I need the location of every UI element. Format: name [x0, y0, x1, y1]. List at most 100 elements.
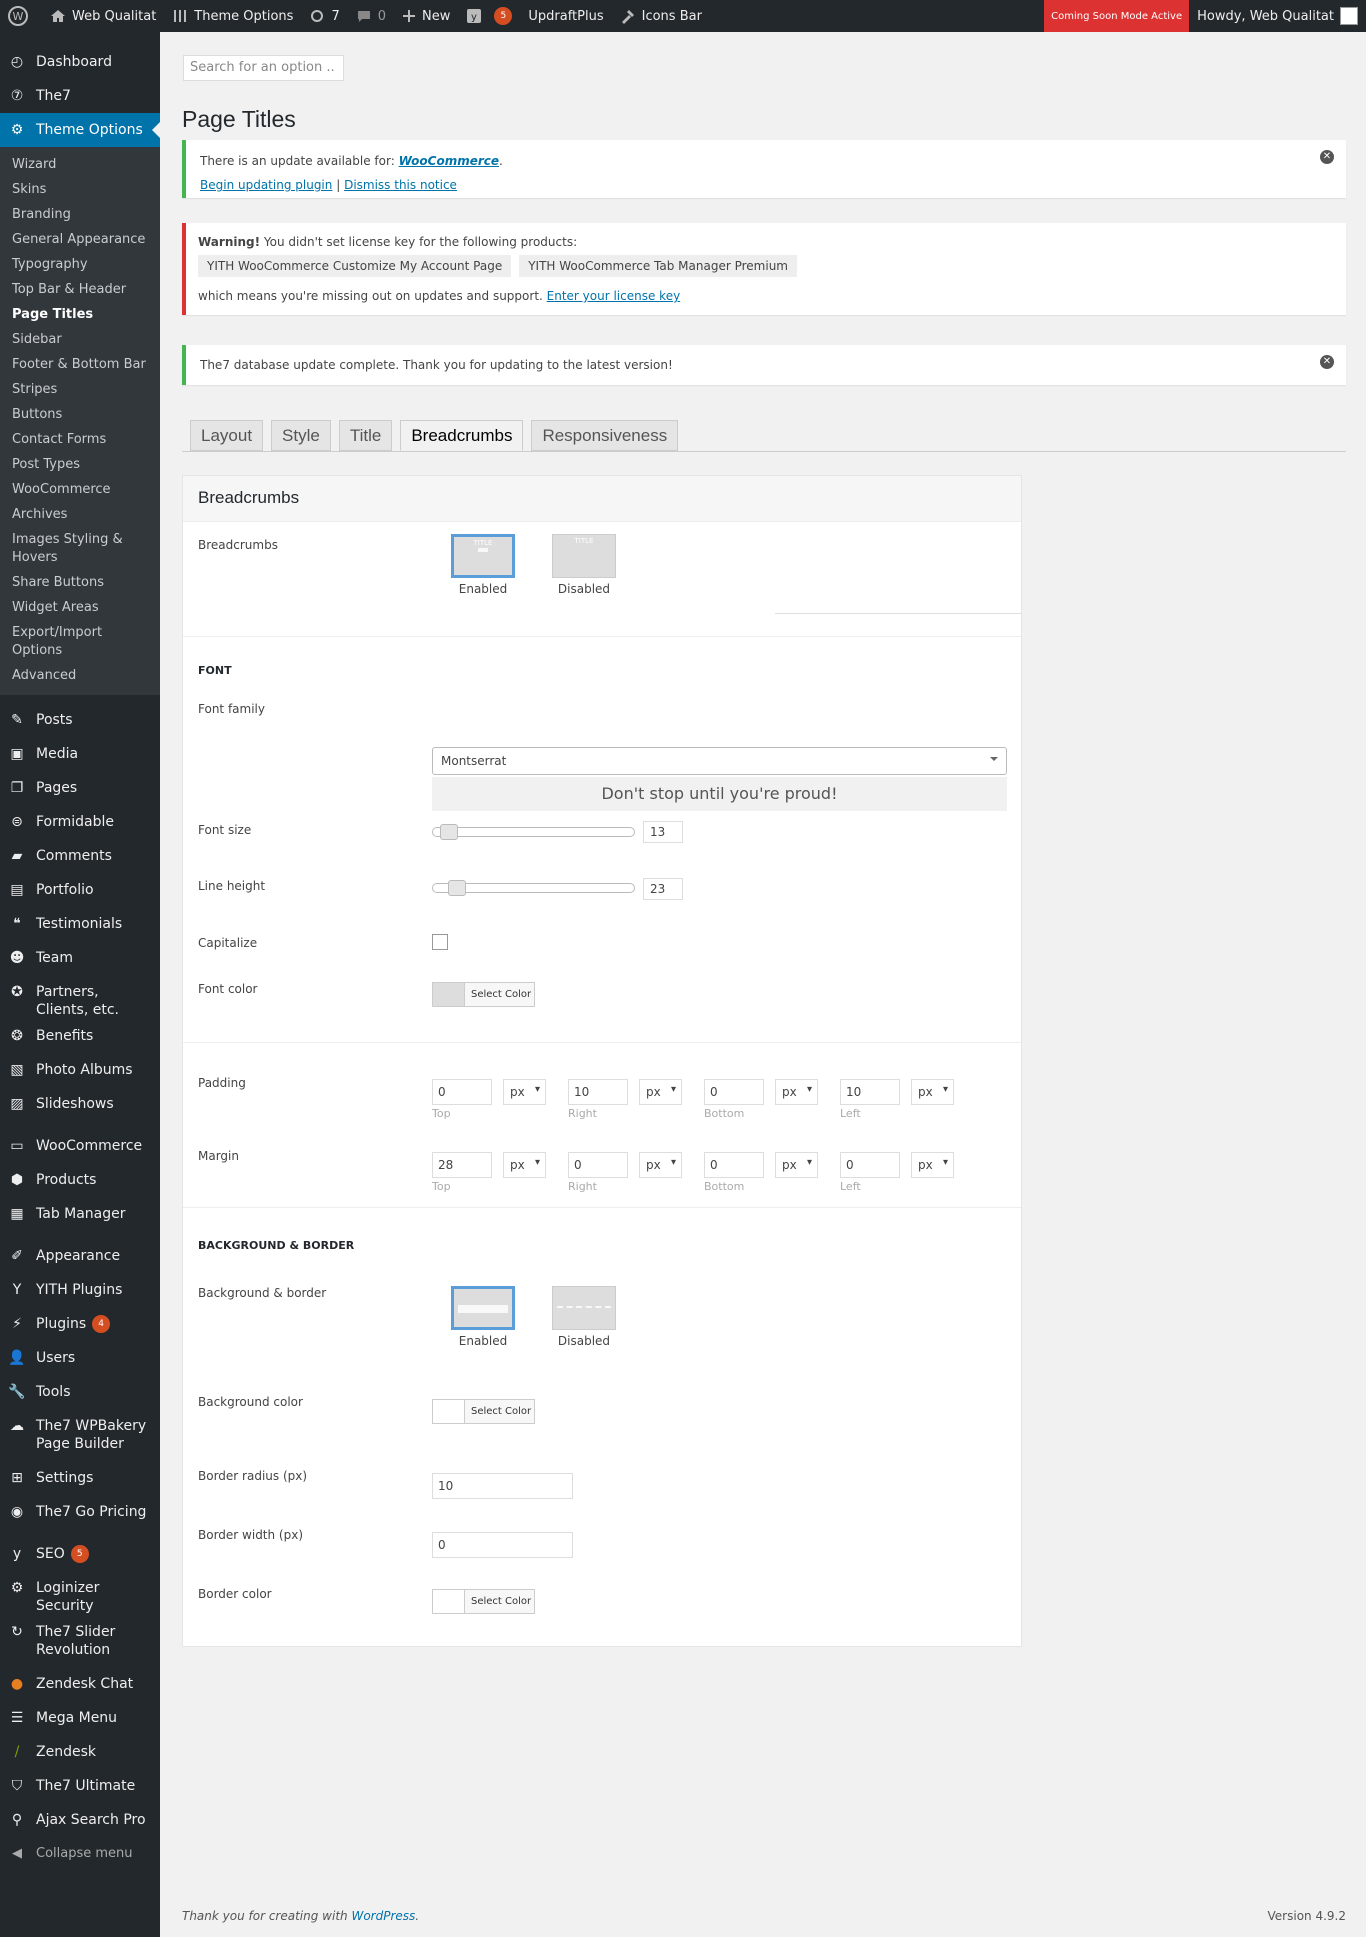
- submenu-footer[interactable]: Footer & Bottom Bar: [0, 353, 160, 378]
- new-content-link[interactable]: New: [394, 0, 458, 32]
- menu-pages[interactable]: ❐ Pages: [0, 771, 160, 805]
- submenu-images-styling[interactable]: Images Styling & Hovers: [0, 528, 160, 571]
- submenu-advanced[interactable]: Advanced: [0, 664, 160, 689]
- tab-responsiveness[interactable]: Responsiveness: [531, 420, 679, 451]
- submenu-sidebar[interactable]: Sidebar: [0, 328, 160, 353]
- padding-left-input[interactable]: 10: [840, 1079, 900, 1105]
- slider-handle[interactable]: [447, 880, 466, 896]
- menu-theme-options[interactable]: ⚙ Theme Options: [0, 113, 160, 147]
- menu-yith-plugins[interactable]: Y YITH Plugins: [0, 1273, 160, 1307]
- menu-tab-manager[interactable]: ▦ Tab Manager: [0, 1197, 160, 1231]
- menu-users[interactable]: 👤 Users: [0, 1341, 160, 1375]
- padding-unit-select[interactable]: px: [911, 1079, 954, 1105]
- tab-layout[interactable]: Layout: [190, 420, 264, 451]
- margin-right-input[interactable]: 0: [568, 1152, 628, 1178]
- menu-formidable[interactable]: ⊜ Formidable: [0, 805, 160, 839]
- wordpress-link[interactable]: WordPress: [351, 1909, 415, 1923]
- submenu-top-bar-header[interactable]: Top Bar & Header: [0, 278, 160, 303]
- breadcrumbs-enabled-option[interactable]: TITLE Enabled: [447, 534, 519, 596]
- margin-bottom-input[interactable]: 0: [704, 1152, 764, 1178]
- bg-border-disabled-option[interactable]: Disabled: [548, 1286, 620, 1348]
- menu-partners[interactable]: ✪ Partners, Clients, etc.: [0, 975, 160, 1019]
- bg-color-picker[interactable]: Select Color: [432, 1399, 535, 1424]
- updates-link[interactable]: 7: [301, 0, 347, 32]
- tab-title[interactable]: Title: [338, 420, 393, 451]
- font-size-slider[interactable]: [432, 824, 635, 840]
- submenu-contact-forms[interactable]: Contact Forms: [0, 428, 160, 453]
- line-height-slider[interactable]: [432, 880, 635, 896]
- breadcrumbs-disabled-option[interactable]: TITLE Disabled: [548, 534, 620, 596]
- padding-bottom-input[interactable]: 0: [704, 1079, 764, 1105]
- font-size-input[interactable]: 13: [643, 821, 683, 843]
- menu-portfolio[interactable]: ▤ Portfolio: [0, 873, 160, 907]
- menu-go-pricing[interactable]: ◉ The7 Go Pricing: [0, 1495, 160, 1529]
- begin-updating-link[interactable]: Begin updating plugin: [200, 178, 332, 192]
- font-color-picker[interactable]: Select Color: [432, 982, 535, 1007]
- collapse-menu[interactable]: ◀ Collapse menu: [0, 1837, 160, 1871]
- dismiss-notice-link[interactable]: Dismiss this notice: [344, 178, 457, 192]
- menu-testimonials[interactable]: ❝ Testimonials: [0, 907, 160, 941]
- margin-unit-select[interactable]: px: [503, 1152, 546, 1178]
- menu-the7[interactable]: ⑦ The7: [0, 79, 160, 113]
- padding-top-input[interactable]: 0: [432, 1079, 492, 1105]
- menu-team[interactable]: ☻ Team: [0, 941, 160, 975]
- capitalize-checkbox[interactable]: [432, 934, 448, 950]
- font-family-select[interactable]: Montserrat: [432, 747, 1007, 775]
- padding-unit-select[interactable]: px: [639, 1079, 682, 1105]
- submenu-archives[interactable]: Archives: [0, 503, 160, 528]
- padding-unit-select[interactable]: px: [503, 1079, 546, 1105]
- menu-products[interactable]: ⬢ Products: [0, 1163, 160, 1197]
- margin-unit-select[interactable]: px: [775, 1152, 818, 1178]
- menu-ajax-search[interactable]: ⚲ Ajax Search Pro: [0, 1803, 160, 1837]
- theme-options-link[interactable]: Theme Options: [164, 0, 301, 32]
- submenu-wizard[interactable]: Wizard: [0, 153, 160, 178]
- license-key-link[interactable]: Enter your license key: [547, 289, 681, 303]
- menu-seo[interactable]: y SEO 5: [0, 1537, 160, 1571]
- submenu-share-buttons[interactable]: Share Buttons: [0, 571, 160, 596]
- comments-link[interactable]: 0: [348, 0, 394, 32]
- margin-left-input[interactable]: 0: [840, 1152, 900, 1178]
- seo-link[interactable]: y5: [458, 0, 520, 32]
- menu-posts[interactable]: ✎ Posts: [0, 703, 160, 737]
- submenu-typography[interactable]: Typography: [0, 253, 160, 278]
- margin-unit-select[interactable]: px: [639, 1152, 682, 1178]
- menu-zendesk[interactable]: / Zendesk: [0, 1735, 160, 1769]
- submenu-stripes[interactable]: Stripes: [0, 378, 160, 403]
- wordpress-logo-icon[interactable]: W: [0, 0, 42, 32]
- tab-style[interactable]: Style: [271, 420, 331, 451]
- submenu-page-titles[interactable]: Page Titles: [0, 303, 160, 328]
- submenu-buttons[interactable]: Buttons: [0, 403, 160, 428]
- padding-right-input[interactable]: 10: [568, 1079, 628, 1105]
- menu-dashboard[interactable]: ◴ Dashboard: [0, 45, 160, 79]
- line-height-input[interactable]: 23: [643, 878, 683, 900]
- submenu-post-types[interactable]: Post Types: [0, 453, 160, 478]
- close-icon[interactable]: ✕: [1320, 150, 1334, 164]
- menu-benefits[interactable]: ❂ Benefits: [0, 1019, 160, 1053]
- menu-plugins[interactable]: ⚡ Plugins 4: [0, 1307, 160, 1341]
- menu-loginizer[interactable]: ⚙ Loginizer Security: [0, 1571, 160, 1615]
- menu-the7-ultimate[interactable]: ⛉ The7 Ultimate: [0, 1769, 160, 1803]
- menu-woocommerce[interactable]: ▭ WooCommerce: [0, 1129, 160, 1163]
- margin-top-input[interactable]: 28: [432, 1152, 492, 1178]
- submenu-skins[interactable]: Skins: [0, 178, 160, 203]
- menu-photo-albums[interactable]: ▧ Photo Albums: [0, 1053, 160, 1087]
- padding-unit-select[interactable]: px: [775, 1079, 818, 1105]
- bg-border-enabled-option[interactable]: Enabled: [447, 1286, 519, 1348]
- submenu-general-appearance[interactable]: General Appearance: [0, 228, 160, 253]
- menu-media[interactable]: ▣ Media: [0, 737, 160, 771]
- woocommerce-link[interactable]: WooCommerce: [399, 154, 499, 168]
- updraftplus-link[interactable]: UpdraftPlus: [520, 0, 611, 32]
- submenu-woocommerce[interactable]: WooCommerce: [0, 478, 160, 503]
- menu-wpbakery[interactable]: ☁ The7 WPBakery Page Builder: [0, 1409, 160, 1461]
- account-menu[interactable]: Howdy, Web Qualitat: [1189, 0, 1366, 32]
- border-color-picker[interactable]: Select Color: [432, 1589, 535, 1614]
- menu-zendesk-chat[interactable]: ● Zendesk Chat: [0, 1667, 160, 1701]
- submenu-branding[interactable]: Branding: [0, 203, 160, 228]
- menu-slideshows[interactable]: ▨ Slideshows: [0, 1087, 160, 1121]
- submenu-export-import[interactable]: Export/Import Options: [0, 621, 160, 664]
- menu-settings[interactable]: ⊞ Settings: [0, 1461, 160, 1495]
- menu-tools[interactable]: 🔧 Tools: [0, 1375, 160, 1409]
- border-radius-input[interactable]: 10: [432, 1473, 573, 1499]
- close-icon[interactable]: ✕: [1320, 355, 1334, 369]
- menu-slider-revolution[interactable]: ↻ The7 Slider Revolution: [0, 1615, 160, 1667]
